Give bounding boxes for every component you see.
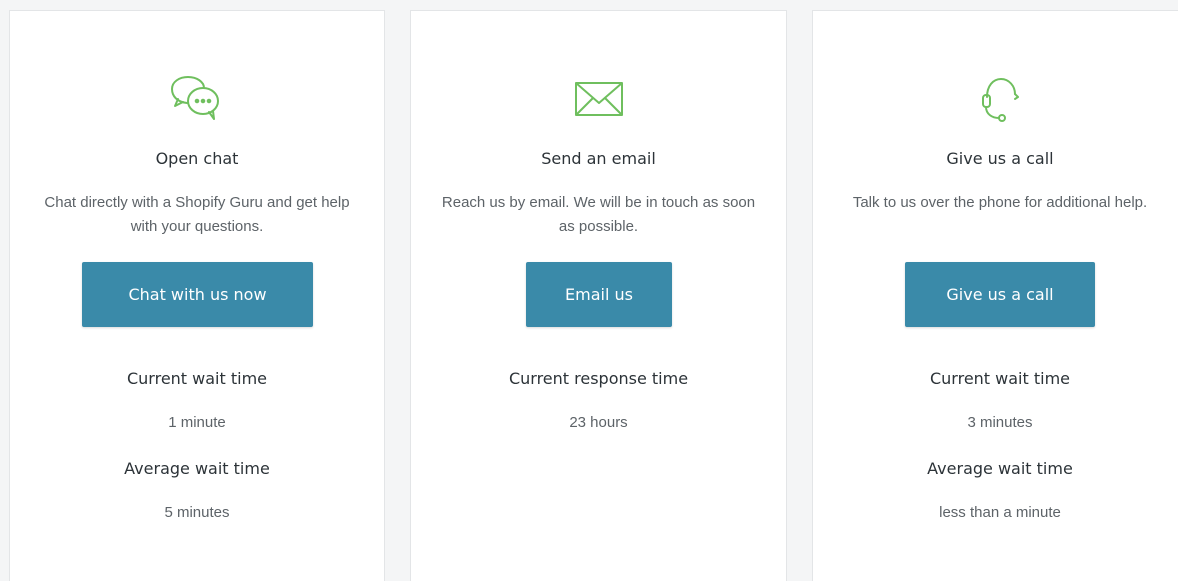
card-description: Talk to us over the phone for additional…: [852, 194, 1148, 211]
current-wait-time-label: Current wait time: [126, 369, 268, 388]
give-us-a-call-button[interactable]: Give us a call: [905, 262, 1095, 327]
email-support-card: Send an email Reach us by email. We will…: [410, 10, 787, 581]
call-support-card: Give us a call Talk to us over the phone…: [812, 10, 1178, 581]
current-response-time-label: Current response time: [508, 369, 689, 388]
envelope-icon: [411, 75, 786, 123]
chat-with-us-button[interactable]: Chat with us now: [82, 262, 313, 327]
card-title: Open chat: [155, 149, 239, 168]
card-title: Send an email: [541, 149, 656, 168]
headset-icon: [813, 75, 1178, 123]
chat-support-card: Open chat Chat directly with a Shopify G…: [9, 10, 385, 581]
card-description: Reach us by email. We will be in touch a…: [441, 194, 756, 235]
card-description: Chat directly with a Shopify Guru and ge…: [44, 194, 350, 235]
average-wait-time-label: Average wait time: [927, 459, 1073, 478]
average-wait-time-value: less than a minute: [939, 504, 1061, 521]
average-wait-time-value: 5 minutes: [164, 504, 230, 521]
current-response-time-value: 23 hours: [569, 414, 628, 431]
current-wait-time-value: 3 minutes: [967, 414, 1033, 431]
current-wait-time-label: Current wait time: [929, 369, 1071, 388]
email-us-button[interactable]: Email us: [526, 262, 672, 327]
card-title: Give us a call: [946, 149, 1054, 168]
average-wait-time-label: Average wait time: [124, 459, 270, 478]
chat-bubbles-icon: [10, 75, 384, 123]
current-wait-time-value: 1 minute: [168, 414, 226, 431]
